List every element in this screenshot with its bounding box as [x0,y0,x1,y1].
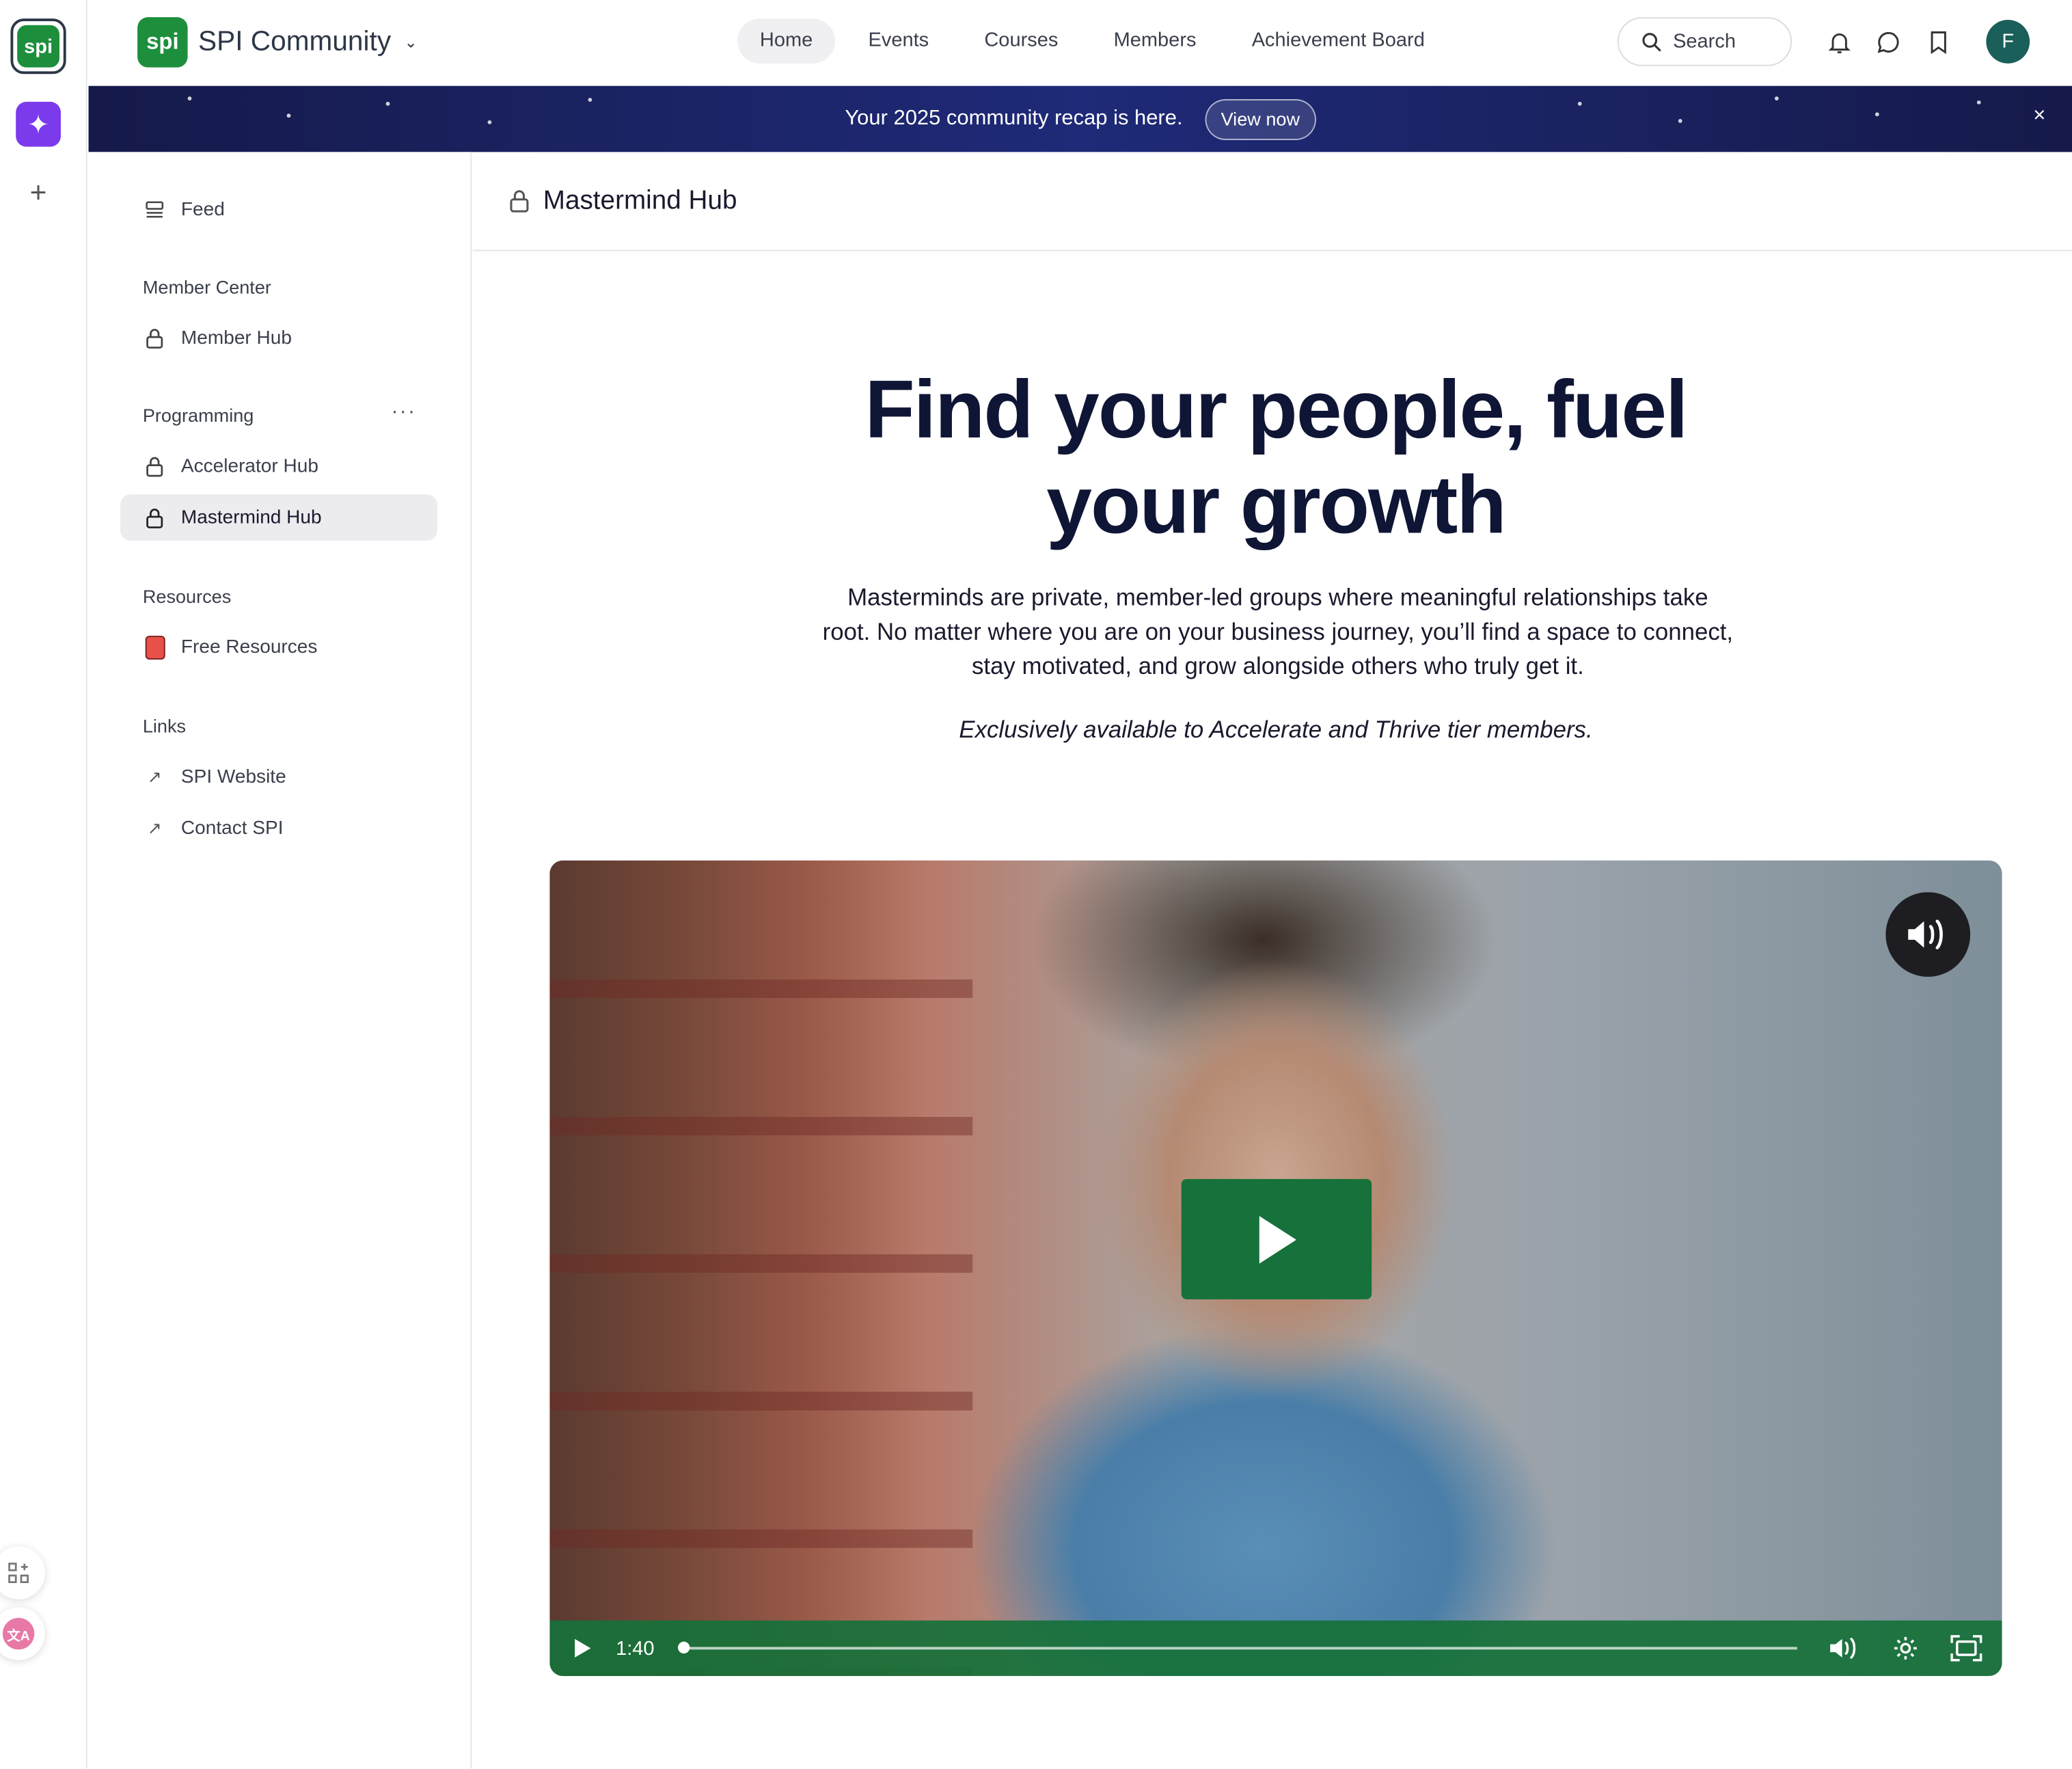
banner-star [385,101,390,106]
workspace-switcher[interactable]: spi [10,18,66,75]
play-button[interactable] [1181,1178,1372,1299]
sidebar-item-label: Accelerator Hub [180,455,318,477]
community-name: SPI Community [198,26,392,57]
banner-star [286,113,291,118]
close-icon[interactable]: × [2033,105,2045,129]
section-title-resources[interactable]: Resources [143,586,231,607]
settings-button[interactable] [1877,1621,1935,1676]
bell-icon[interactable] [1826,29,1853,56]
lock-icon [143,454,167,478]
lock-icon [143,506,167,530]
sidebar-item-label: SPI Website [180,766,286,787]
hero-line: Find your people, fuel [864,364,1688,457]
sidebar-item-label: Mastermind Hub [180,507,322,528]
resources-emoji-icon [143,635,167,659]
hero-heading: Find your people, fuel your growth [473,364,2072,554]
app-root: spi ✦ + 文A spi SPI Community ⌄ Home Even… [0,0,2072,1769]
nav-events[interactable]: Events [846,18,951,64]
page-header: Mastermind Hub [473,152,2072,252]
control-volume-button[interactable] [1816,1621,1874,1676]
gear-icon [1894,1636,1917,1660]
banner-star [1976,100,1981,105]
sidebar-item-label: Member Hub [180,327,292,349]
community-switcher[interactable]: spi SPI Community ⌄ [137,17,418,68]
video-frame-shelf [549,860,973,1676]
section-title-links[interactable]: Links [143,715,186,736]
volume-icon [1908,919,1943,949]
video-scrubber[interactable] [677,1641,1797,1654]
space-sidebar: Feed Member Center Member Hub Programmin… [88,152,472,1769]
sidebar-item-label: Contact SPI [180,817,284,839]
banner-star [588,98,592,102]
control-play-button[interactable] [549,1621,616,1676]
search-icon [1642,32,1661,51]
community-logo: spi [137,17,188,68]
banner-star [1774,96,1779,100]
video-player[interactable]: 1:40 [549,860,2002,1676]
sidebar-item-label: Free Resources [180,636,318,658]
sidebar-link-spi-website[interactable]: ↗ SPI Website [120,753,437,800]
scrubber-handle[interactable] [677,1641,690,1654]
sidebar-item-member-hub[interactable]: Member Hub [120,314,437,361]
more-options-icon[interactable]: ··· [391,401,416,424]
view-now-button[interactable]: View now [1205,98,1316,140]
banner-star [487,120,492,124]
sidebar-item-feed[interactable]: Feed [120,187,437,233]
search-button[interactable]: Search [1617,17,1792,66]
add-workspace-button[interactable]: + [23,176,54,208]
play-icon [1259,1215,1296,1263]
banner-star [1577,101,1582,106]
recap-banner: Your 2025 community recap is here. View … [88,85,2072,152]
hero-line: your growth [1046,459,1506,552]
top-header: spi SPI Community ⌄ Home Events Courses … [88,0,2072,85]
sidebar-item-free-resources[interactable]: Free Resources [120,624,437,671]
workspace-logo: spi [17,25,60,68]
lock-icon [143,326,167,350]
feed-icon [143,198,167,221]
external-link-icon: ↗ [147,766,162,786]
video-controls: 1:40 [549,1620,2002,1676]
ai-sparkle-icon[interactable]: ✦ [16,101,61,147]
fullscreen-button[interactable] [1937,1621,1995,1676]
search-label: Search [1673,30,1736,53]
main-content: Mastermind Hub Find your people, fuel yo… [473,152,2072,1768]
translate-button[interactable]: 文A [0,1607,45,1660]
banner-star [1875,112,1879,117]
section-title-member-center[interactable]: Member Center [143,276,271,297]
translate-icon: 文A [2,1617,35,1650]
user-avatar[interactable]: F [1986,20,2030,64]
sidebar-link-contact-spi[interactable]: ↗ Contact SPI [120,805,437,852]
sidebar-item-accelerator-hub[interactable]: Accelerator Hub [120,443,437,489]
hero-description: Masterminds are private, member-led grou… [822,584,1734,679]
sidebar-item-mastermind-hub[interactable]: Mastermind Hub [120,494,438,541]
banner-star [1678,119,1682,123]
banner-star [187,96,192,100]
video-time: 1:40 [616,1636,655,1660]
page-title: Mastermind Hub [543,185,737,215]
play-icon [575,1638,591,1658]
apps-grid-icon[interactable] [0,1546,45,1599]
lock-icon [510,190,529,213]
sidebar-item-label: Feed [180,199,225,220]
volume-icon [1830,1638,1856,1659]
nav-home[interactable]: Home [737,18,836,64]
nav-courses[interactable]: Courses [962,18,1080,64]
external-link-icon: ↗ [147,817,162,837]
nav-members[interactable]: Members [1091,18,1219,64]
workspace-rail: spi ✦ + 文A [0,0,87,1769]
chat-icon[interactable] [1875,29,1902,56]
chevron-down-icon: ⌄ [404,33,418,52]
unmute-button[interactable] [1885,892,1971,977]
section-title-programming[interactable]: Programming [143,405,254,426]
main-nav: Home Events Courses Members Achievement … [737,18,1458,64]
banner-text: Your 2025 community recap is here. [845,107,1183,130]
tier-note: Exclusively available to Accelerate and … [959,716,1593,743]
bookmark-icon[interactable] [1925,29,1952,56]
nav-achievement-board[interactable]: Achievement Board [1229,18,1447,64]
fullscreen-icon [1950,1635,1982,1662]
